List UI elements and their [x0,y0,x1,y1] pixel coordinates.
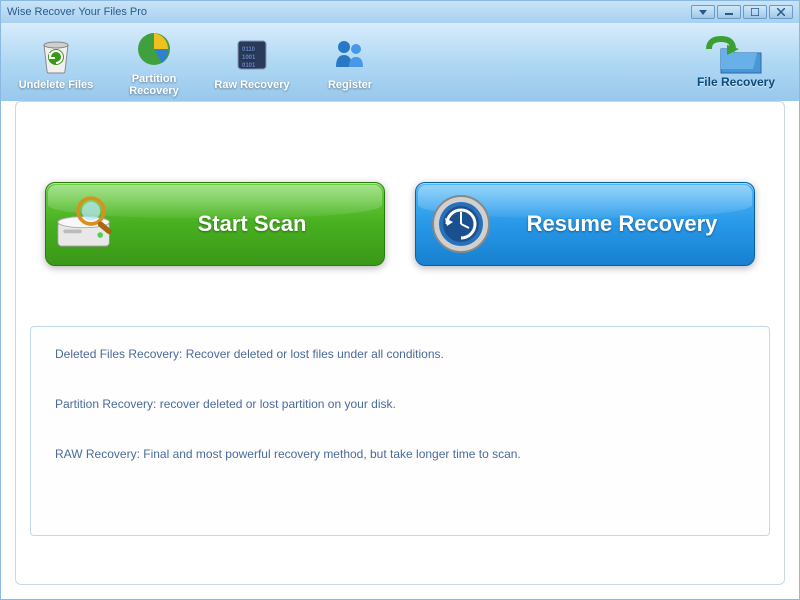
toolbar: Undelete Files Partition Recovery 0110 1… [1,23,799,101]
info-box: Deleted Files Recovery: Recover deleted … [30,326,770,536]
maximize-button[interactable] [743,5,767,19]
drive-magnify-icon [56,189,126,259]
svg-text:0101: 0101 [242,63,256,69]
svg-text:1001: 1001 [242,55,256,61]
resume-recovery-button[interactable]: Resume Recovery [415,182,755,266]
content-area: Start Scan [1,101,799,599]
info-raw: RAW Recovery: Final and most powerful re… [55,447,745,461]
register-label: Register [328,79,372,91]
partition-recovery-button[interactable]: Partition Recovery [109,27,199,97]
logo: File Recovery [691,35,789,90]
start-scan-button[interactable]: Start Scan [45,182,385,266]
undelete-files-button[interactable]: Undelete Files [11,27,101,97]
raw-label: Raw Recovery [214,79,289,91]
main-panel: Start Scan [15,101,785,585]
register-button[interactable]: Register [305,27,395,97]
pie-chart-icon [132,27,176,71]
trash-icon [34,33,78,77]
users-icon [328,33,372,77]
titlebar: Wise Recover Your Files Pro [1,1,799,23]
undelete-label: Undelete Files [19,79,94,91]
resume-recovery-label: Resume Recovery [508,211,736,237]
close-button[interactable] [769,5,793,19]
clock-icon [426,189,496,259]
logo-text: File Recovery [697,75,775,89]
info-partition: Partition Recovery: recover deleted or l… [55,397,745,411]
folder-arrow-icon [701,35,771,75]
start-scan-label: Start Scan [138,211,366,237]
info-deleted: Deleted Files Recovery: Recover deleted … [55,347,745,361]
svg-text:0110: 0110 [242,47,256,53]
app-window: Wise Recover Your Files Pro [0,0,800,600]
minimize-button[interactable] [717,5,741,19]
window-title: Wise Recover Your Files Pro [7,6,691,18]
window-controls [691,5,793,19]
dropdown-button[interactable] [691,5,715,19]
raw-recovery-button[interactable]: 0110 1001 0101 Raw Recovery [207,27,297,97]
partition-label: Partition Recovery [109,73,199,97]
binary-icon: 0110 1001 0101 [230,33,274,77]
action-buttons: Start Scan [30,182,770,266]
